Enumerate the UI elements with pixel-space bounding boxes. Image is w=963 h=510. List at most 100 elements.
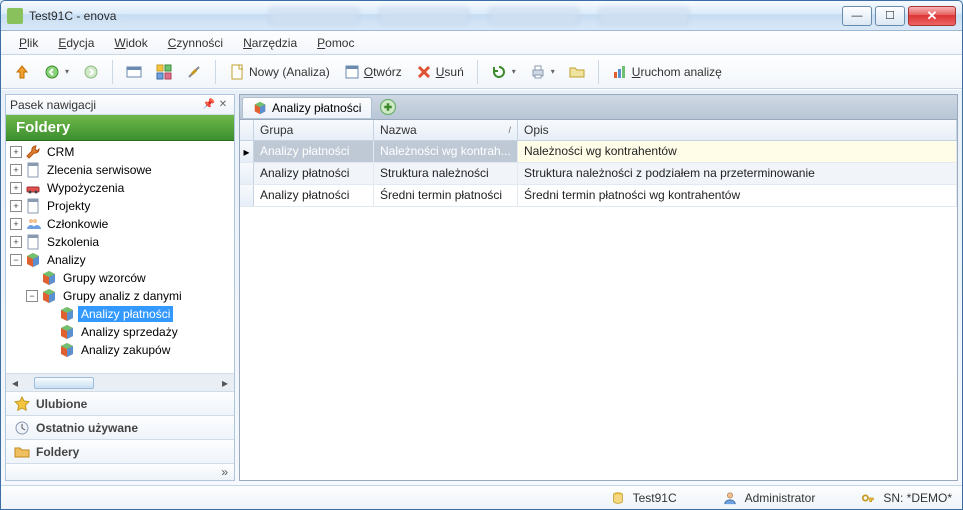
car-icon bbox=[25, 180, 41, 196]
print-button[interactable]: ▾ bbox=[525, 61, 560, 83]
col-header-grupa[interactable]: Grupa bbox=[254, 120, 374, 140]
tree-node-label: CRM bbox=[44, 144, 77, 160]
tree-node[interactable]: Analizy płatności bbox=[8, 305, 232, 323]
tree-node[interactable]: Grupy wzorców bbox=[8, 269, 232, 287]
new-tab-button[interactable] bbox=[378, 97, 398, 117]
chevron-down-icon: ▾ bbox=[65, 67, 69, 76]
cell-grupa: Analizy płatności bbox=[254, 141, 374, 162]
tree-node[interactable]: + Członkowie bbox=[8, 215, 232, 233]
database-icon bbox=[611, 491, 625, 505]
chevron-down-icon: ▾ bbox=[512, 67, 516, 76]
cell-opis: Należności wg kontrahentów bbox=[518, 141, 957, 162]
status-user: Administrator bbox=[745, 491, 816, 505]
tree-node[interactable]: Analizy zakupów bbox=[8, 341, 232, 359]
window-close-button[interactable]: ✕ bbox=[908, 6, 956, 26]
menu-plik[interactable]: Plik bbox=[11, 34, 46, 52]
tab-bar: Analizy płatności bbox=[239, 94, 958, 120]
tree-node[interactable]: Analizy sprzedaży bbox=[8, 323, 232, 341]
sidebar: Pasek nawigacji 📌 ✕ Foldery +CRM+Zleceni… bbox=[5, 94, 235, 481]
menu-czynnosci-label: zynności bbox=[176, 36, 223, 50]
row-indicator bbox=[240, 185, 254, 206]
cell-opis: Średni termin płatności wg kontrahentów bbox=[518, 185, 957, 206]
menu-edycja[interactable]: Edycja bbox=[50, 34, 102, 52]
accordion-ulubione[interactable]: Ulubione bbox=[6, 392, 234, 416]
cell-nazwa: Należności wg kontrah... bbox=[374, 141, 518, 162]
accordion-expand[interactable]: » bbox=[6, 464, 234, 480]
accordion-ulubione-label: Ulubione bbox=[36, 397, 87, 411]
run-analysis-button[interactable]: Uruchom analizę bbox=[607, 61, 727, 83]
expander-icon[interactable]: − bbox=[26, 290, 38, 302]
menu-narzedzia[interactable]: Narzędzia bbox=[235, 34, 305, 52]
tree-node-label: Szkolenia bbox=[44, 234, 102, 250]
table-row[interactable]: Analizy płatnościStruktura należnościStr… bbox=[240, 163, 957, 185]
menu-bar: Plik Edycja Widok Czynności Narzędzia Po… bbox=[1, 31, 962, 55]
tree-node-label: Wypożyczenia bbox=[44, 180, 127, 196]
doc-icon bbox=[25, 234, 41, 250]
status-sn: SN: *DEMO* bbox=[883, 491, 952, 505]
settings-button[interactable] bbox=[181, 61, 207, 83]
expander-icon[interactable]: + bbox=[10, 200, 22, 212]
doc-icon bbox=[25, 162, 41, 178]
delete-button-label: Usuń bbox=[436, 65, 464, 79]
col-header-opis[interactable]: Opis bbox=[518, 120, 957, 140]
cube-icon bbox=[253, 101, 267, 115]
window-minimize-button[interactable]: — bbox=[842, 6, 872, 26]
status-bar: Test91C Administrator SN: *DEMO* bbox=[1, 485, 962, 509]
view2-button[interactable] bbox=[151, 61, 177, 83]
sidebar-hscroll[interactable]: ◂▸ bbox=[6, 373, 234, 391]
star-icon bbox=[14, 396, 30, 412]
wrench-icon bbox=[25, 144, 41, 160]
tree-node-label: Członkowie bbox=[44, 216, 111, 232]
refresh-button[interactable]: ▾ bbox=[486, 61, 521, 83]
cube-icon bbox=[59, 342, 75, 358]
app-icon bbox=[7, 8, 23, 24]
back-button[interactable]: ▾ bbox=[39, 61, 74, 83]
sort-icon: / bbox=[508, 125, 511, 135]
nav-tree[interactable]: + CRM + Zlecenia serwisowe + Wypożyczenia+Pro… bbox=[6, 141, 234, 373]
accordion-foldery[interactable]: Foldery bbox=[6, 440, 234, 464]
expander-icon[interactable]: + bbox=[10, 218, 22, 230]
open-button[interactable]: Otwórz bbox=[339, 61, 407, 83]
table-row[interactable]: ▸Analizy płatnościNależności wg kontrah.… bbox=[240, 141, 957, 163]
menu-pomoc[interactable]: Pomoc bbox=[309, 34, 362, 52]
tab-analizy-platnosci[interactable]: Analizy płatności bbox=[242, 97, 372, 118]
menu-widok[interactable]: Widok bbox=[106, 34, 155, 52]
tree-node-label: Zlecenia serwisowe bbox=[44, 162, 155, 178]
tree-node[interactable]: + Wypożyczenia bbox=[8, 179, 232, 197]
expander-icon[interactable]: + bbox=[10, 164, 22, 176]
up-button[interactable] bbox=[9, 61, 35, 83]
window-maximize-button[interactable]: ☐ bbox=[875, 6, 905, 26]
new-button[interactable]: Nowy (Analiza) bbox=[224, 61, 335, 83]
data-grid[interactable]: Grupa Nazwa/ Opis ▸Analizy płatnościNale… bbox=[239, 120, 958, 481]
cell-nazwa: Średni termin płatności bbox=[374, 185, 518, 206]
tree-node[interactable]: +Projekty bbox=[8, 197, 232, 215]
delete-button[interactable]: Usuń bbox=[411, 61, 469, 83]
background-tabs bbox=[116, 7, 842, 25]
close-icon[interactable]: ✕ bbox=[216, 98, 230, 112]
col-header-nazwa[interactable]: Nazwa/ bbox=[374, 120, 518, 140]
window-title: Test91C - enova bbox=[29, 9, 116, 23]
accordion-ostatnio[interactable]: Ostatnio używane bbox=[6, 416, 234, 440]
open-button-label: Otwórz bbox=[364, 65, 402, 79]
expander-icon[interactable]: + bbox=[10, 236, 22, 248]
folder-icon bbox=[14, 444, 30, 460]
status-db: Test91C bbox=[633, 491, 677, 505]
table-row[interactable]: Analizy płatnościŚredni termin płatności… bbox=[240, 185, 957, 207]
tree-node[interactable]: + Szkolenia bbox=[8, 233, 232, 251]
folder-button[interactable] bbox=[564, 61, 590, 83]
accordion-foldery-label: Foldery bbox=[36, 445, 79, 459]
expander-icon[interactable]: + bbox=[10, 182, 22, 194]
pin-icon[interactable]: 📌 bbox=[202, 98, 216, 112]
tree-node[interactable]: + CRM bbox=[8, 143, 232, 161]
forward-button[interactable] bbox=[78, 61, 104, 83]
tree-node[interactable]: + Zlecenia serwisowe bbox=[8, 161, 232, 179]
menu-czynnosci[interactable]: Czynności bbox=[160, 34, 231, 52]
tree-node[interactable]: −Analizy bbox=[8, 251, 232, 269]
tree-node[interactable]: −Grupy analiz z danymi bbox=[8, 287, 232, 305]
key-icon bbox=[861, 491, 875, 505]
people-icon bbox=[25, 216, 41, 232]
view1-button[interactable] bbox=[121, 61, 147, 83]
cell-grupa: Analizy płatności bbox=[254, 185, 374, 206]
expander-icon[interactable]: + bbox=[10, 146, 22, 158]
expander-icon[interactable]: − bbox=[10, 254, 22, 266]
